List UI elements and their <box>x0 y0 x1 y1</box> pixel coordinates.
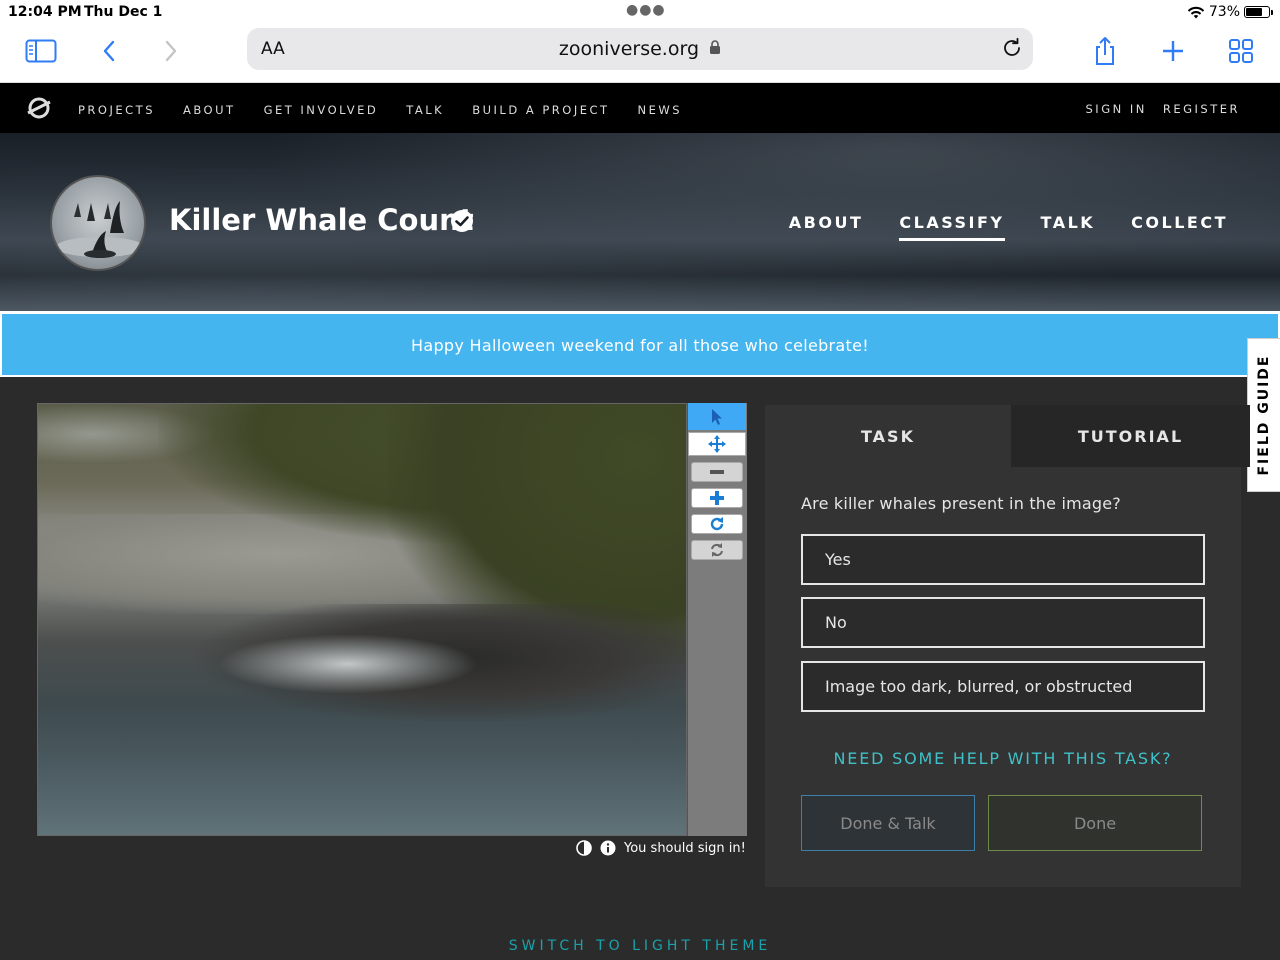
task-help-link[interactable]: NEED SOME HELP WITH THIS TASK? <box>765 749 1241 768</box>
task-panel: TASK TUTORIAL Are killer whales present … <box>765 405 1250 887</box>
project-nav-collect[interactable]: COLLECT <box>1131 213 1228 241</box>
announcement-banner: Happy Halloween weekend for all those wh… <box>0 311 1280 377</box>
status-time: 12:04 PM <box>8 4 82 20</box>
project-nav-about[interactable]: ABOUT <box>789 213 864 241</box>
status-right: 73% <box>1187 4 1273 20</box>
battery-icon <box>1244 6 1273 18</box>
done-button[interactable]: Done <box>988 795 1202 851</box>
battery-percent: 73% <box>1208 4 1240 20</box>
invert-colors-icon[interactable] <box>576 840 592 856</box>
sign-in-link[interactable]: SIGN IN <box>1086 102 1147 116</box>
share-icon[interactable] <box>1088 36 1122 66</box>
nav-talk[interactable]: TALK <box>406 103 444 117</box>
task-question: Are killer whales present in the image? <box>801 494 1122 513</box>
reload-icon[interactable] <box>1001 37 1023 59</box>
zooniverse-logo-icon[interactable] <box>26 96 52 124</box>
site-nav-links: PROJECTS ABOUT GET INVOLVED TALK BUILD A… <box>78 103 710 117</box>
zoom-out-button[interactable] <box>691 462 743 482</box>
register-link[interactable]: REGISTER <box>1163 102 1240 116</box>
switch-theme-link[interactable]: SWITCH TO LIGHT THEME <box>0 938 1280 954</box>
field-guide-label: FIELD GUIDE <box>1256 354 1272 476</box>
multitasking-dots-icon[interactable]: ●●● <box>626 2 666 18</box>
answer-label: Image too dark, blurred, or obstructed <box>825 677 1133 696</box>
tab-tutorial[interactable]: TUTORIAL <box>1011 405 1250 467</box>
rotate-icon <box>710 517 724 531</box>
nav-projects[interactable]: PROJECTS <box>78 103 155 117</box>
field-guide-tab[interactable]: FIELD GUIDE <box>1247 338 1280 492</box>
answer-image-unclear[interactable]: Image too dark, blurred, or obstructed <box>801 661 1205 712</box>
orca-avatar-image <box>56 201 144 258</box>
reset-icon <box>711 543 723 557</box>
answer-label: No <box>825 613 847 632</box>
new-tab-icon[interactable] <box>1156 36 1190 66</box>
url-text: zooniverse.org <box>558 38 700 60</box>
nav-news[interactable]: NEWS <box>638 103 683 117</box>
status-bar: 12:04 PM Thu Dec 1 ●●● 73% <box>0 0 1280 26</box>
sidebar-toggle-icon[interactable] <box>24 36 58 66</box>
image-meta: You should sign in! <box>576 840 746 856</box>
rotate-button[interactable] <box>691 514 743 534</box>
answer-no[interactable]: No <box>801 597 1205 648</box>
subject-image[interactable] <box>37 403 687 836</box>
tab-task[interactable]: TASK <box>765 405 1011 467</box>
answer-yes[interactable]: Yes <box>801 534 1205 585</box>
forward-icon[interactable] <box>154 36 188 66</box>
nav-build-a-project[interactable]: BUILD A PROJECT <box>472 103 609 117</box>
project-nav-talk[interactable]: TALK <box>1041 213 1096 241</box>
answer-label: Yes <box>825 550 851 569</box>
project-title: Killer Whale Count <box>169 203 474 237</box>
reset-button[interactable] <box>691 540 743 560</box>
task-tabs: TASK TUTORIAL <box>765 405 1250 467</box>
tab-overview-icon[interactable] <box>1224 36 1258 66</box>
project-header: Killer Whale Count ABOUT CLASSIFY TALK C… <box>0 133 1280 311</box>
zoom-in-icon <box>710 491 724 505</box>
project-nav: ABOUT CLASSIFY TALK COLLECT <box>789 213 1228 241</box>
pointer-icon <box>712 408 722 425</box>
browser-toolbar: AA zooniverse.org <box>0 26 1280 83</box>
nav-about[interactable]: ABOUT <box>183 103 236 117</box>
status-date: Thu Dec 1 <box>84 4 163 20</box>
pointer-tool-button[interactable] <box>688 403 746 430</box>
zoom-out-icon <box>710 470 724 474</box>
project-avatar[interactable] <box>50 175 146 271</box>
image-toolbar <box>687 403 747 836</box>
back-icon[interactable] <box>92 36 126 66</box>
site-nav: PROJECTS ABOUT GET INVOLVED TALK BUILD A… <box>0 83 1280 133</box>
wifi-icon <box>1187 6 1205 18</box>
done-and-talk-button[interactable]: Done & Talk <box>801 795 975 851</box>
image-surf <box>218 634 478 694</box>
url-display[interactable]: zooniverse.org <box>247 38 1033 60</box>
zoom-in-button[interactable] <box>691 488 743 508</box>
verified-badge-icon <box>451 210 473 232</box>
move-tool-button[interactable] <box>688 432 746 456</box>
project-nav-classify[interactable]: CLASSIFY <box>899 213 1005 241</box>
info-icon[interactable] <box>600 840 616 856</box>
auth-links: SIGN IN REGISTER <box>1086 102 1241 116</box>
lock-icon <box>710 40 721 54</box>
announcement-text: Happy Halloween weekend for all those wh… <box>411 336 869 355</box>
move-icon <box>708 435 726 453</box>
address-bar[interactable]: AA zooniverse.org <box>247 28 1033 70</box>
nav-get-involved[interactable]: GET INVOLVED <box>264 103 379 117</box>
sign-in-notice: You should sign in! <box>624 840 746 856</box>
